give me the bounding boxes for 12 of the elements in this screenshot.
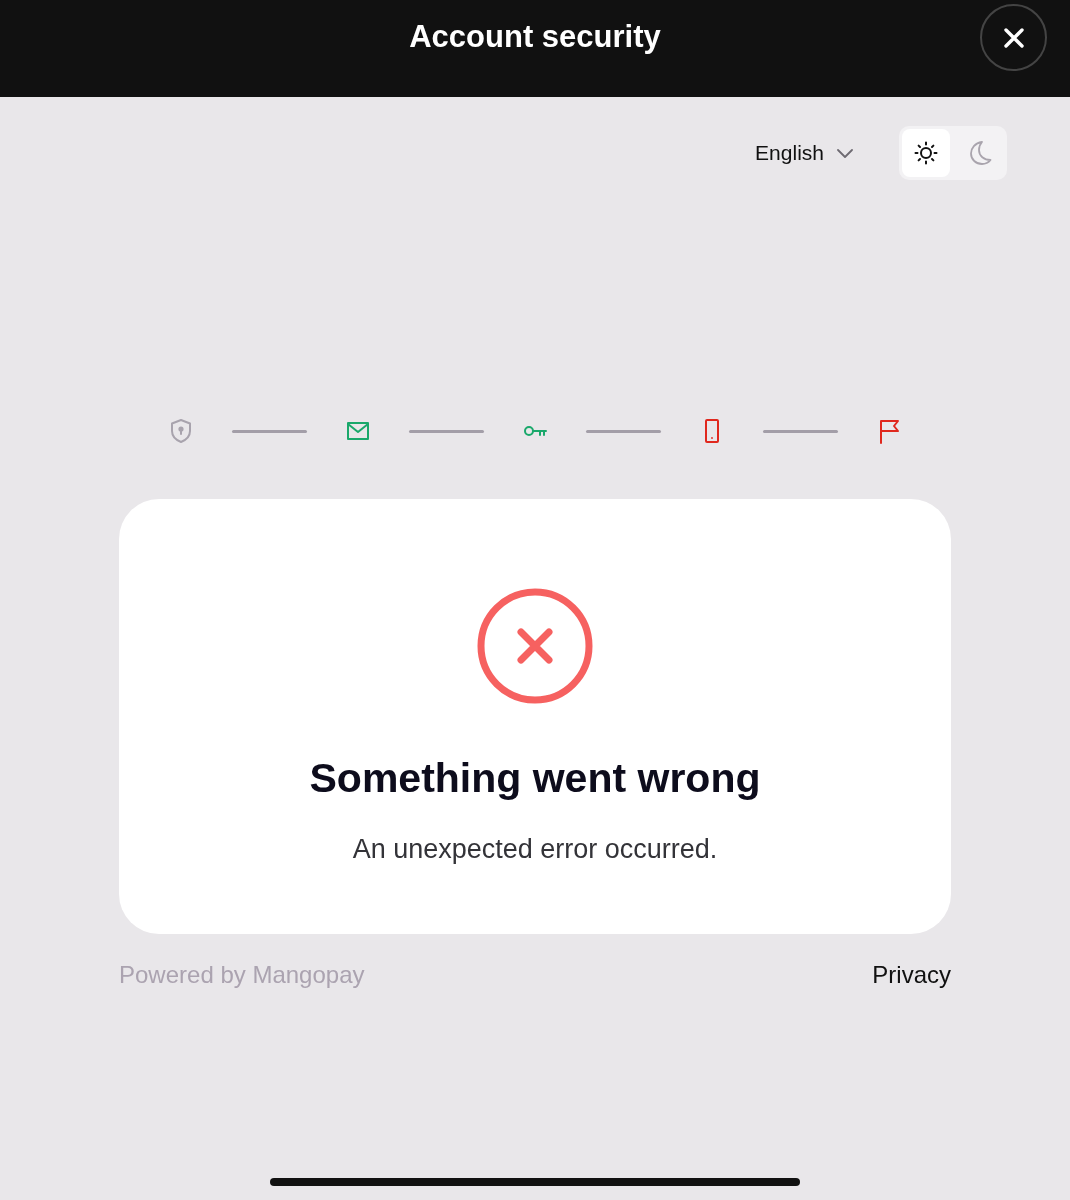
window-title: Account security (409, 19, 661, 55)
close-icon (1003, 27, 1024, 48)
privacy-link[interactable]: Privacy (872, 961, 951, 989)
sun-icon (914, 141, 938, 165)
chevron-down-icon (837, 148, 853, 158)
error-title: Something went wrong (309, 756, 761, 802)
powered-by-text: Powered by Mangopay (119, 961, 365, 989)
language-dropdown[interactable]: English (755, 137, 853, 169)
theme-option[interactable] (902, 129, 950, 177)
error-x-circle-icon (477, 588, 593, 704)
moon-icon (968, 140, 992, 166)
error-message: An unexpected error occurred. (352, 833, 718, 866)
